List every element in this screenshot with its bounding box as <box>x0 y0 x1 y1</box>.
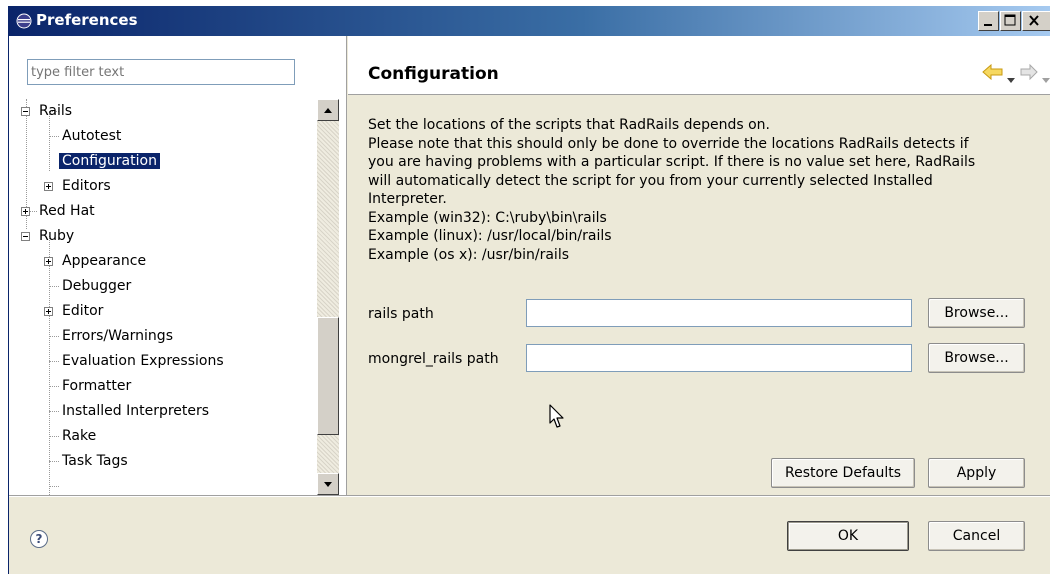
page-description: Set the locations of the scripts that Ra… <box>368 117 976 263</box>
maximize-button[interactable] <box>1000 11 1021 31</box>
restore-defaults-button[interactable]: Restore Defaults <box>771 458 915 488</box>
tree-item-installed-interpreters[interactable]: Installed Interpreters <box>59 399 212 424</box>
title-bar[interactable]: Preferences <box>9 6 1050 36</box>
collapse-icon[interactable] <box>21 107 30 116</box>
rails-path-label: rails path <box>368 306 434 322</box>
tree-item-editors[interactable]: Editors <box>9 174 309 199</box>
tree-item-rake[interactable]: Rake <box>59 424 99 449</box>
expand-icon[interactable] <box>44 307 53 316</box>
tree-item-appearance[interactable]: Appearance <box>9 249 309 274</box>
tree-item-ruby[interactable]: Ruby <box>9 224 309 249</box>
tree-item-autotest[interactable]: Autotest <box>59 124 124 149</box>
ok-button[interactable]: OK <box>787 521 909 551</box>
forward-arrow-icon[interactable] <box>1020 63 1038 84</box>
page-header: Configuration <box>348 36 1050 95</box>
expand-icon[interactable] <box>21 207 30 216</box>
tree-scrollbar[interactable] <box>317 99 339 495</box>
page-title: Configuration <box>368 64 499 84</box>
apply-button[interactable]: Apply <box>928 458 1025 488</box>
minimize-button[interactable] <box>978 11 999 31</box>
mongrel-path-input[interactable] <box>526 344 912 372</box>
help-icon[interactable]: ? <box>30 530 48 548</box>
filter-input[interactable] <box>27 59 295 85</box>
tree-item-configuration[interactable]: Configuration <box>59 149 160 174</box>
scroll-down-button[interactable] <box>317 473 339 495</box>
scroll-up-button[interactable] <box>317 99 339 121</box>
expand-icon[interactable] <box>44 182 53 191</box>
forward-dropdown-icon[interactable] <box>1042 69 1050 88</box>
collapse-icon[interactable] <box>21 232 30 241</box>
preference-tree[interactable]: Rails Autotest Configuration Editors Red… <box>9 99 317 495</box>
mongrel-path-label: mongrel_rails path <box>368 351 499 367</box>
preference-tree-pane: Rails Autotest Configuration Editors Red… <box>9 36 347 495</box>
dialog-footer: ? OK Cancel <box>9 497 1050 574</box>
tree-item-editor[interactable]: Editor <box>9 299 309 324</box>
back-dropdown-icon[interactable] <box>1007 69 1015 88</box>
cancel-button[interactable]: Cancel <box>928 521 1025 551</box>
rails-path-input[interactable] <box>526 299 912 327</box>
tree-item-evaluation-expressions[interactable]: Evaluation Expressions <box>59 349 227 374</box>
tree-item-formatter[interactable]: Formatter <box>59 374 134 399</box>
window-title: Preferences <box>36 11 138 29</box>
tree-item-red-hat[interactable]: Red Hat <box>9 199 309 224</box>
scroll-thumb[interactable] <box>317 317 339 435</box>
tree-item-errors-warnings[interactable]: Errors/Warnings <box>59 324 176 349</box>
expand-icon[interactable] <box>44 257 53 266</box>
back-arrow-icon[interactable] <box>982 63 1004 84</box>
mongrel-browse-button[interactable]: Browse... <box>928 343 1025 373</box>
preferences-window: Preferences type filter text Rails Autot… <box>8 6 1050 574</box>
rails-browse-button[interactable]: Browse... <box>928 298 1025 328</box>
preference-page: Configuration Set the locations of the s… <box>348 36 1050 495</box>
mouse-cursor-icon <box>549 404 565 434</box>
eclipse-icon <box>16 13 32 29</box>
tree-item-task-tags[interactable]: Task Tags <box>59 449 131 474</box>
tree-item-debugger[interactable]: Debugger <box>59 274 134 299</box>
close-button[interactable] <box>1022 11 1050 31</box>
tree-item-rails[interactable]: Rails <box>9 99 309 124</box>
